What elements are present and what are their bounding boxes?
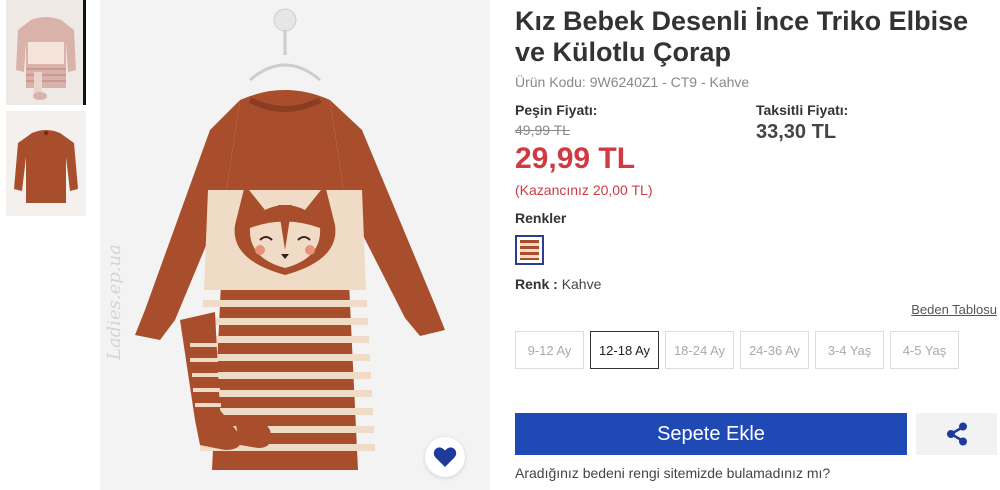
- size-chart-link[interactable]: Beden Tablosu: [911, 302, 997, 317]
- size-option[interactable]: 24-36 Ay: [740, 331, 809, 369]
- thumbnail-back[interactable]: [6, 111, 86, 216]
- main-product-image[interactable]: Ladies.ep.ua: [100, 0, 490, 490]
- product-photo: [100, 0, 490, 490]
- selected-color-label: Renk :: [515, 276, 558, 292]
- watermark-text: Ladies.ep.ua: [104, 244, 125, 360]
- installment-price-label: Taksitli Fiyatı:: [756, 102, 849, 118]
- heart-icon: [433, 447, 457, 467]
- thumbnail-image: [6, 111, 86, 216]
- color-swatch-pattern: [520, 240, 539, 260]
- old-price: 49,99 TL: [515, 122, 571, 138]
- size-option[interactable]: 18-24 Ay: [665, 331, 734, 369]
- size-option[interactable]: 3-4 Yaş: [815, 331, 884, 369]
- size-option[interactable]: 4-5 Yaş: [890, 331, 959, 369]
- selected-color: Renk : Kahve: [515, 276, 601, 292]
- favorite-button[interactable]: [425, 437, 465, 477]
- size-option-selected[interactable]: 12-18 Ay: [590, 331, 659, 369]
- size-option[interactable]: 9-12 Ay: [515, 331, 584, 369]
- share-icon: [946, 422, 967, 446]
- cash-price-label: Peşin Fiyatı:: [515, 102, 598, 118]
- share-button[interactable]: [916, 413, 997, 455]
- thumbnail-active-indicator: [83, 0, 86, 105]
- color-swatch-selected[interactable]: [515, 235, 544, 265]
- size-not-found-link[interactable]: Aradığınız bedeni rengi sitemizde bulama…: [515, 465, 830, 481]
- current-price: 29,99 TL: [515, 142, 636, 175]
- selected-color-value: Kahve: [561, 276, 602, 292]
- thumbnail-list: [0, 0, 90, 490]
- thumbnail-image: [6, 0, 86, 105]
- add-to-cart-button[interactable]: Sepete Ekle: [515, 413, 907, 455]
- saving-amount: (Kazancınız 20,00 TL): [515, 182, 653, 198]
- colors-label: Renkler: [515, 210, 567, 226]
- thumbnail-front-with-tights[interactable]: [6, 0, 86, 105]
- product-title: Kız Bebek Desenli İnce Triko Elbise ve K…: [515, 6, 969, 67]
- product-info-panel: Kız Bebek Desenli İnce Triko Elbise ve K…: [515, 0, 1000, 490]
- installment-price: 33,30 TL: [756, 121, 837, 143]
- product-code: Ürün Kodu: 9W6240Z1 - CT9 - Kahve: [515, 74, 750, 90]
